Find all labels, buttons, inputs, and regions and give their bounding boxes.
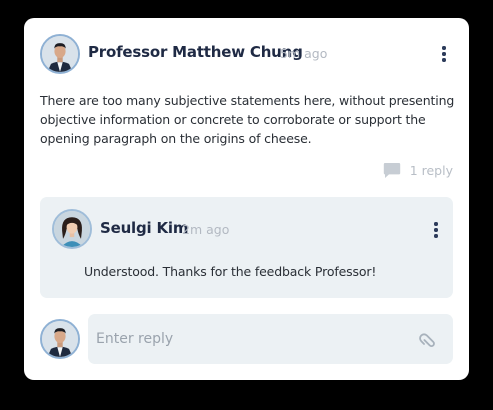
comment-card: Professor Matthew Chung 5m ago There are…	[24, 18, 469, 380]
reply-composer	[88, 314, 453, 364]
comment-author[interactable]: Professor Matthew Chung	[88, 43, 303, 61]
chat-bubble-icon	[383, 162, 401, 179]
reply-timestamp: 2m ago	[182, 222, 230, 237]
current-user-avatar	[40, 319, 80, 359]
more-vertical-icon[interactable]	[437, 45, 451, 63]
reply-input[interactable]	[88, 314, 418, 364]
more-vertical-icon[interactable]	[429, 221, 443, 239]
comment-body: There are too many subjective statements…	[40, 93, 455, 146]
reply-author[interactable]: Seulgi Kim	[100, 219, 188, 237]
professor-avatar[interactable]	[40, 34, 80, 74]
comment-timestamp: 5m ago	[280, 46, 328, 61]
paperclip-icon[interactable]	[417, 328, 441, 350]
reply-container: Seulgi Kim 2m ago Understood. Thanks for…	[40, 197, 453, 298]
seulgi-avatar[interactable]	[52, 209, 92, 249]
reply-body: Understood. Thanks for the feedback Prof…	[84, 264, 377, 279]
reply-count-label: 1 reply	[409, 162, 453, 178]
reply-count-button[interactable]: 1 reply	[383, 161, 453, 179]
